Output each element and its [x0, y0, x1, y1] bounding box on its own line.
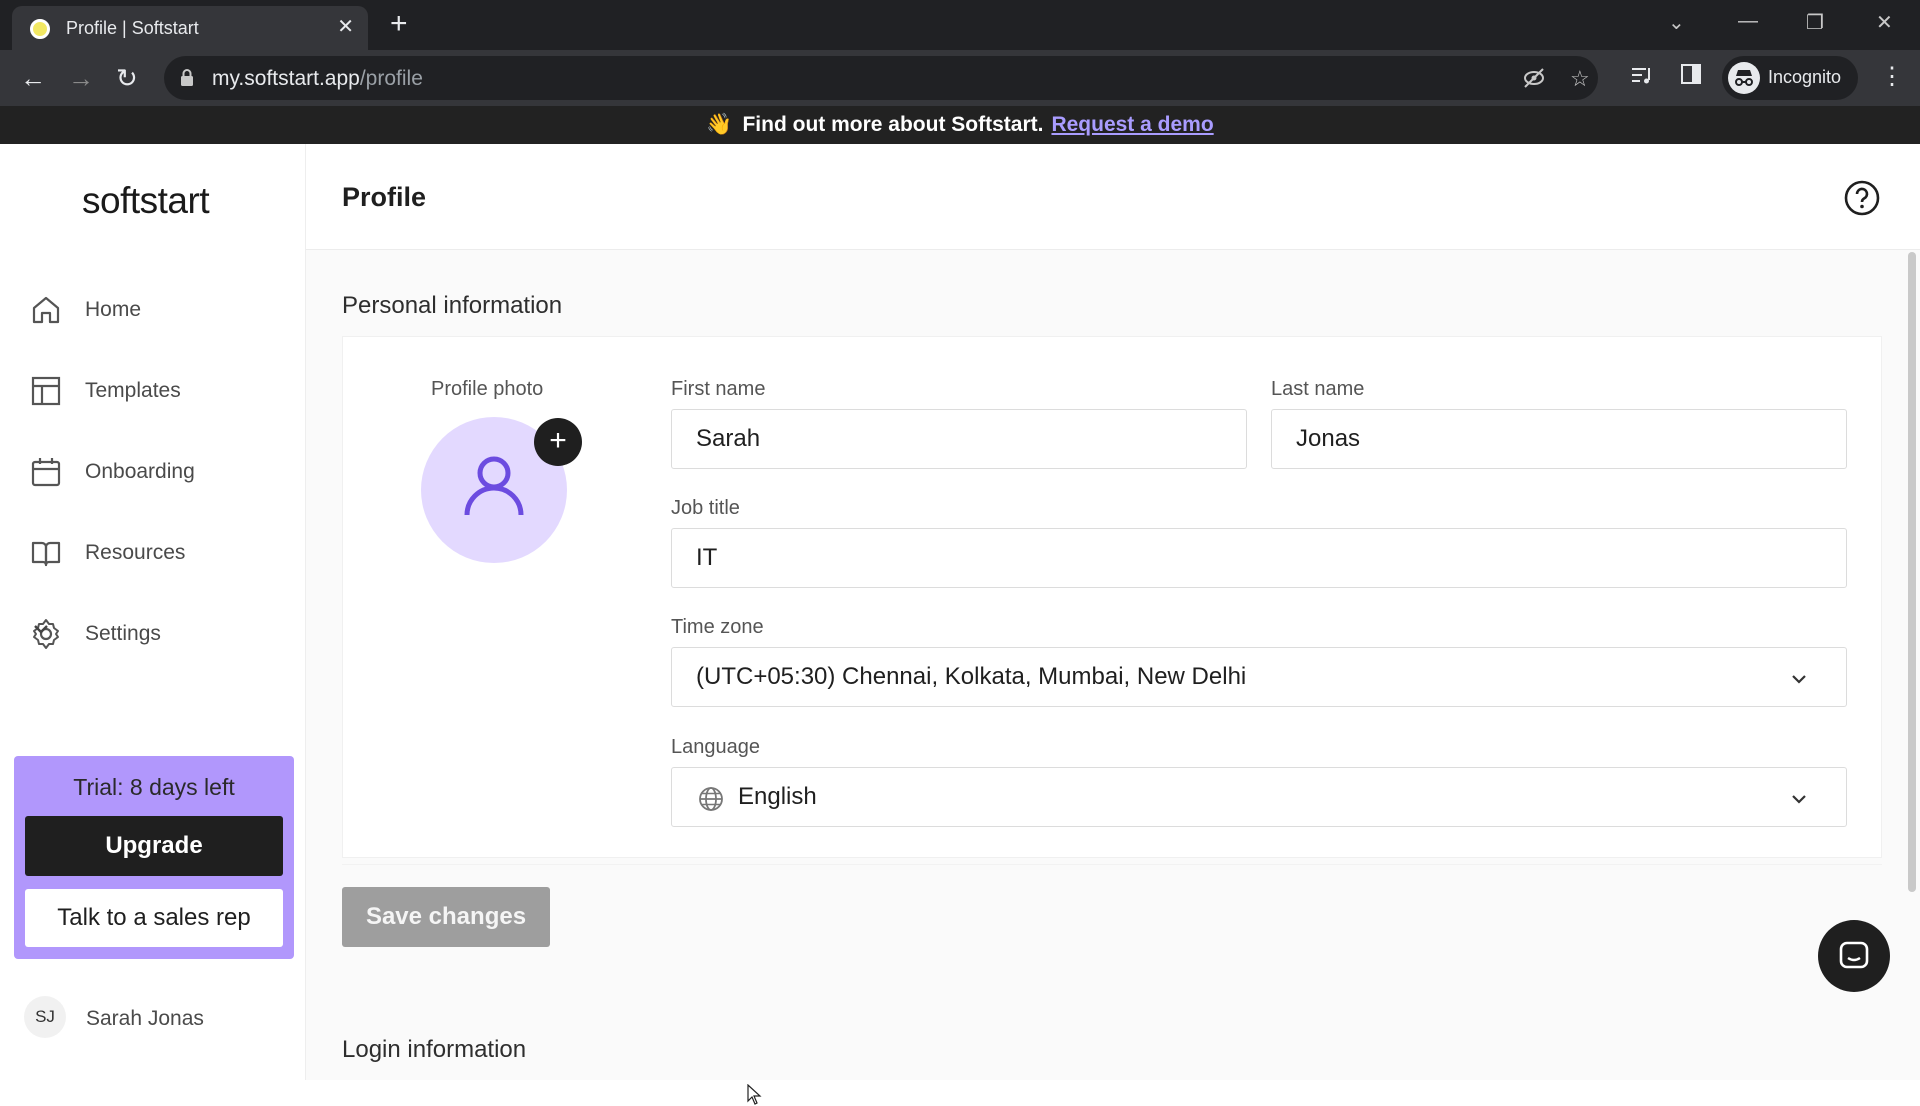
- save-changes-button[interactable]: Save changes: [342, 887, 550, 947]
- help-icon[interactable]: [1844, 180, 1880, 216]
- calendar-icon: [31, 458, 61, 487]
- close-window-icon[interactable]: ✕: [1876, 10, 1893, 35]
- reload-icon[interactable]: ↻: [116, 64, 138, 92]
- waving-hand-icon: 👋: [706, 113, 733, 136]
- sidebar-item-settings[interactable]: Settings: [30, 612, 280, 656]
- mouse-cursor-icon: [747, 1084, 762, 1105]
- sidebar-item-resources[interactable]: Resources: [30, 531, 280, 575]
- time-zone-select[interactable]: (UTC+05:30) Chennai, Kolkata, Mumbai, Ne…: [671, 647, 1847, 707]
- talk-to-sales-button[interactable]: Talk to a sales rep: [25, 889, 283, 947]
- divider: [342, 864, 1882, 865]
- close-tab-icon[interactable]: ✕: [337, 15, 354, 39]
- tracking-blocked-icon[interactable]: [1522, 66, 1546, 96]
- browser-menu-icon[interactable]: ⋮: [1880, 62, 1904, 91]
- request-demo-link[interactable]: Request a demo: [1051, 113, 1213, 136]
- last-name-label: Last name: [1271, 378, 1365, 400]
- user-icon: [464, 456, 524, 516]
- language-value: English: [738, 783, 817, 810]
- upgrade-button[interactable]: Upgrade: [25, 816, 283, 876]
- trial-days-left: Trial: 8 days left: [73, 774, 235, 800]
- home-icon: [32, 296, 60, 324]
- chevron-down-icon[interactable]: [30, 618, 52, 640]
- tab-search-icon[interactable]: ⌄: [1668, 10, 1685, 35]
- sidebar-item-label: Home: [85, 298, 142, 321]
- incognito-profile-button[interactable]: Incognito: [1722, 56, 1858, 100]
- templates-icon: [31, 376, 61, 406]
- url-input[interactable]: my.softstart.app/profile ☆: [164, 56, 1598, 100]
- time-zone-label: Time zone: [671, 616, 764, 638]
- login-information-heading: Login information: [342, 1036, 527, 1063]
- personal-information-card: Profile photo + First name Sarah Last na…: [342, 336, 1882, 858]
- last-name-value: Jonas: [1296, 425, 1361, 452]
- scrollbar[interactable]: [1908, 252, 1916, 892]
- banner-text: Find out more about Softstart.: [742, 113, 1044, 136]
- sidebar-item-templates[interactable]: Templates: [30, 369, 280, 413]
- tab-title: Profile | Softstart: [66, 18, 199, 38]
- new-tab-icon[interactable]: +: [390, 9, 408, 39]
- language-select[interactable]: English: [671, 767, 1847, 827]
- minimize-icon[interactable]: —: [1738, 10, 1758, 33]
- job-title-field[interactable]: IT: [671, 528, 1847, 588]
- favicon-icon: [30, 19, 50, 39]
- sidebar-item-label: Resources: [85, 541, 186, 564]
- job-title-label: Job title: [671, 497, 740, 519]
- profile-photo-label: Profile photo: [431, 378, 544, 400]
- url-text: my.softstart.app/profile: [212, 67, 423, 90]
- globe-icon: [699, 787, 723, 811]
- sidebar: softstart Home Templates Onboarding Reso…: [0, 144, 306, 1080]
- last-name-field[interactable]: Jonas: [1271, 409, 1847, 469]
- time-zone-value: (UTC+05:30) Chennai, Kolkata, Mumbai, Ne…: [696, 663, 1247, 690]
- incognito-label: Incognito: [1768, 67, 1842, 87]
- add-photo-button[interactable]: +: [534, 418, 582, 466]
- incognito-icon: [1728, 62, 1760, 94]
- user-name: Sarah Jonas: [86, 1007, 204, 1030]
- chat-icon: [1839, 941, 1869, 969]
- book-icon: [31, 541, 61, 567]
- restore-icon[interactable]: ❐: [1806, 10, 1824, 35]
- lock-icon: [181, 69, 193, 86]
- avatar: SJ: [24, 996, 66, 1038]
- bookmark-star-icon[interactable]: ☆: [1570, 66, 1590, 92]
- page-header: Profile: [306, 144, 1920, 250]
- trial-panel: Trial: 8 days left Upgrade Talk to a sal…: [14, 756, 294, 959]
- side-panel-icon[interactable]: [1680, 63, 1702, 91]
- user-account[interactable]: SJ Sarah Jonas: [24, 996, 284, 1040]
- first-name-value: Sarah: [696, 425, 761, 452]
- back-icon[interactable]: ←: [20, 64, 46, 92]
- chevron-down-icon: [1792, 675, 1806, 684]
- browser-tab[interactable]: Profile | Softstart ✕: [12, 6, 368, 50]
- language-label: Language: [671, 736, 760, 758]
- forward-icon[interactable]: →: [68, 64, 94, 92]
- chevron-down-icon: [1792, 795, 1806, 804]
- sidebar-item-home[interactable]: Home: [30, 288, 280, 332]
- job-title-value: IT: [696, 544, 718, 571]
- page-title: Profile: [342, 182, 427, 212]
- browser-tab-bar: Profile | Softstart ✕ + ⌄ — ❐ ✕: [0, 0, 1920, 50]
- main-content: Profile Personal information Profile pho…: [306, 144, 1920, 1105]
- media-queue-icon[interactable]: [1630, 63, 1654, 93]
- first-name-field[interactable]: Sarah: [671, 409, 1247, 469]
- sidebar-item-label: Onboarding: [85, 460, 195, 483]
- sidebar-item-label: Templates: [85, 379, 181, 402]
- chat-launcher-button[interactable]: [1818, 920, 1890, 992]
- first-name-label: First name: [671, 378, 766, 400]
- sidebar-item-label: Settings: [85, 622, 161, 645]
- softstart-logo[interactable]: softstart: [82, 180, 210, 222]
- personal-information-heading: Personal information: [342, 292, 563, 319]
- announcement-banner: 👋 Find out more about Softstart. Request a…: [0, 106, 1920, 144]
- address-bar: ← → ↻ my.softstart.app/profile ☆ Incogni…: [0, 50, 1920, 106]
- sidebar-item-onboarding[interactable]: Onboarding: [30, 450, 280, 494]
